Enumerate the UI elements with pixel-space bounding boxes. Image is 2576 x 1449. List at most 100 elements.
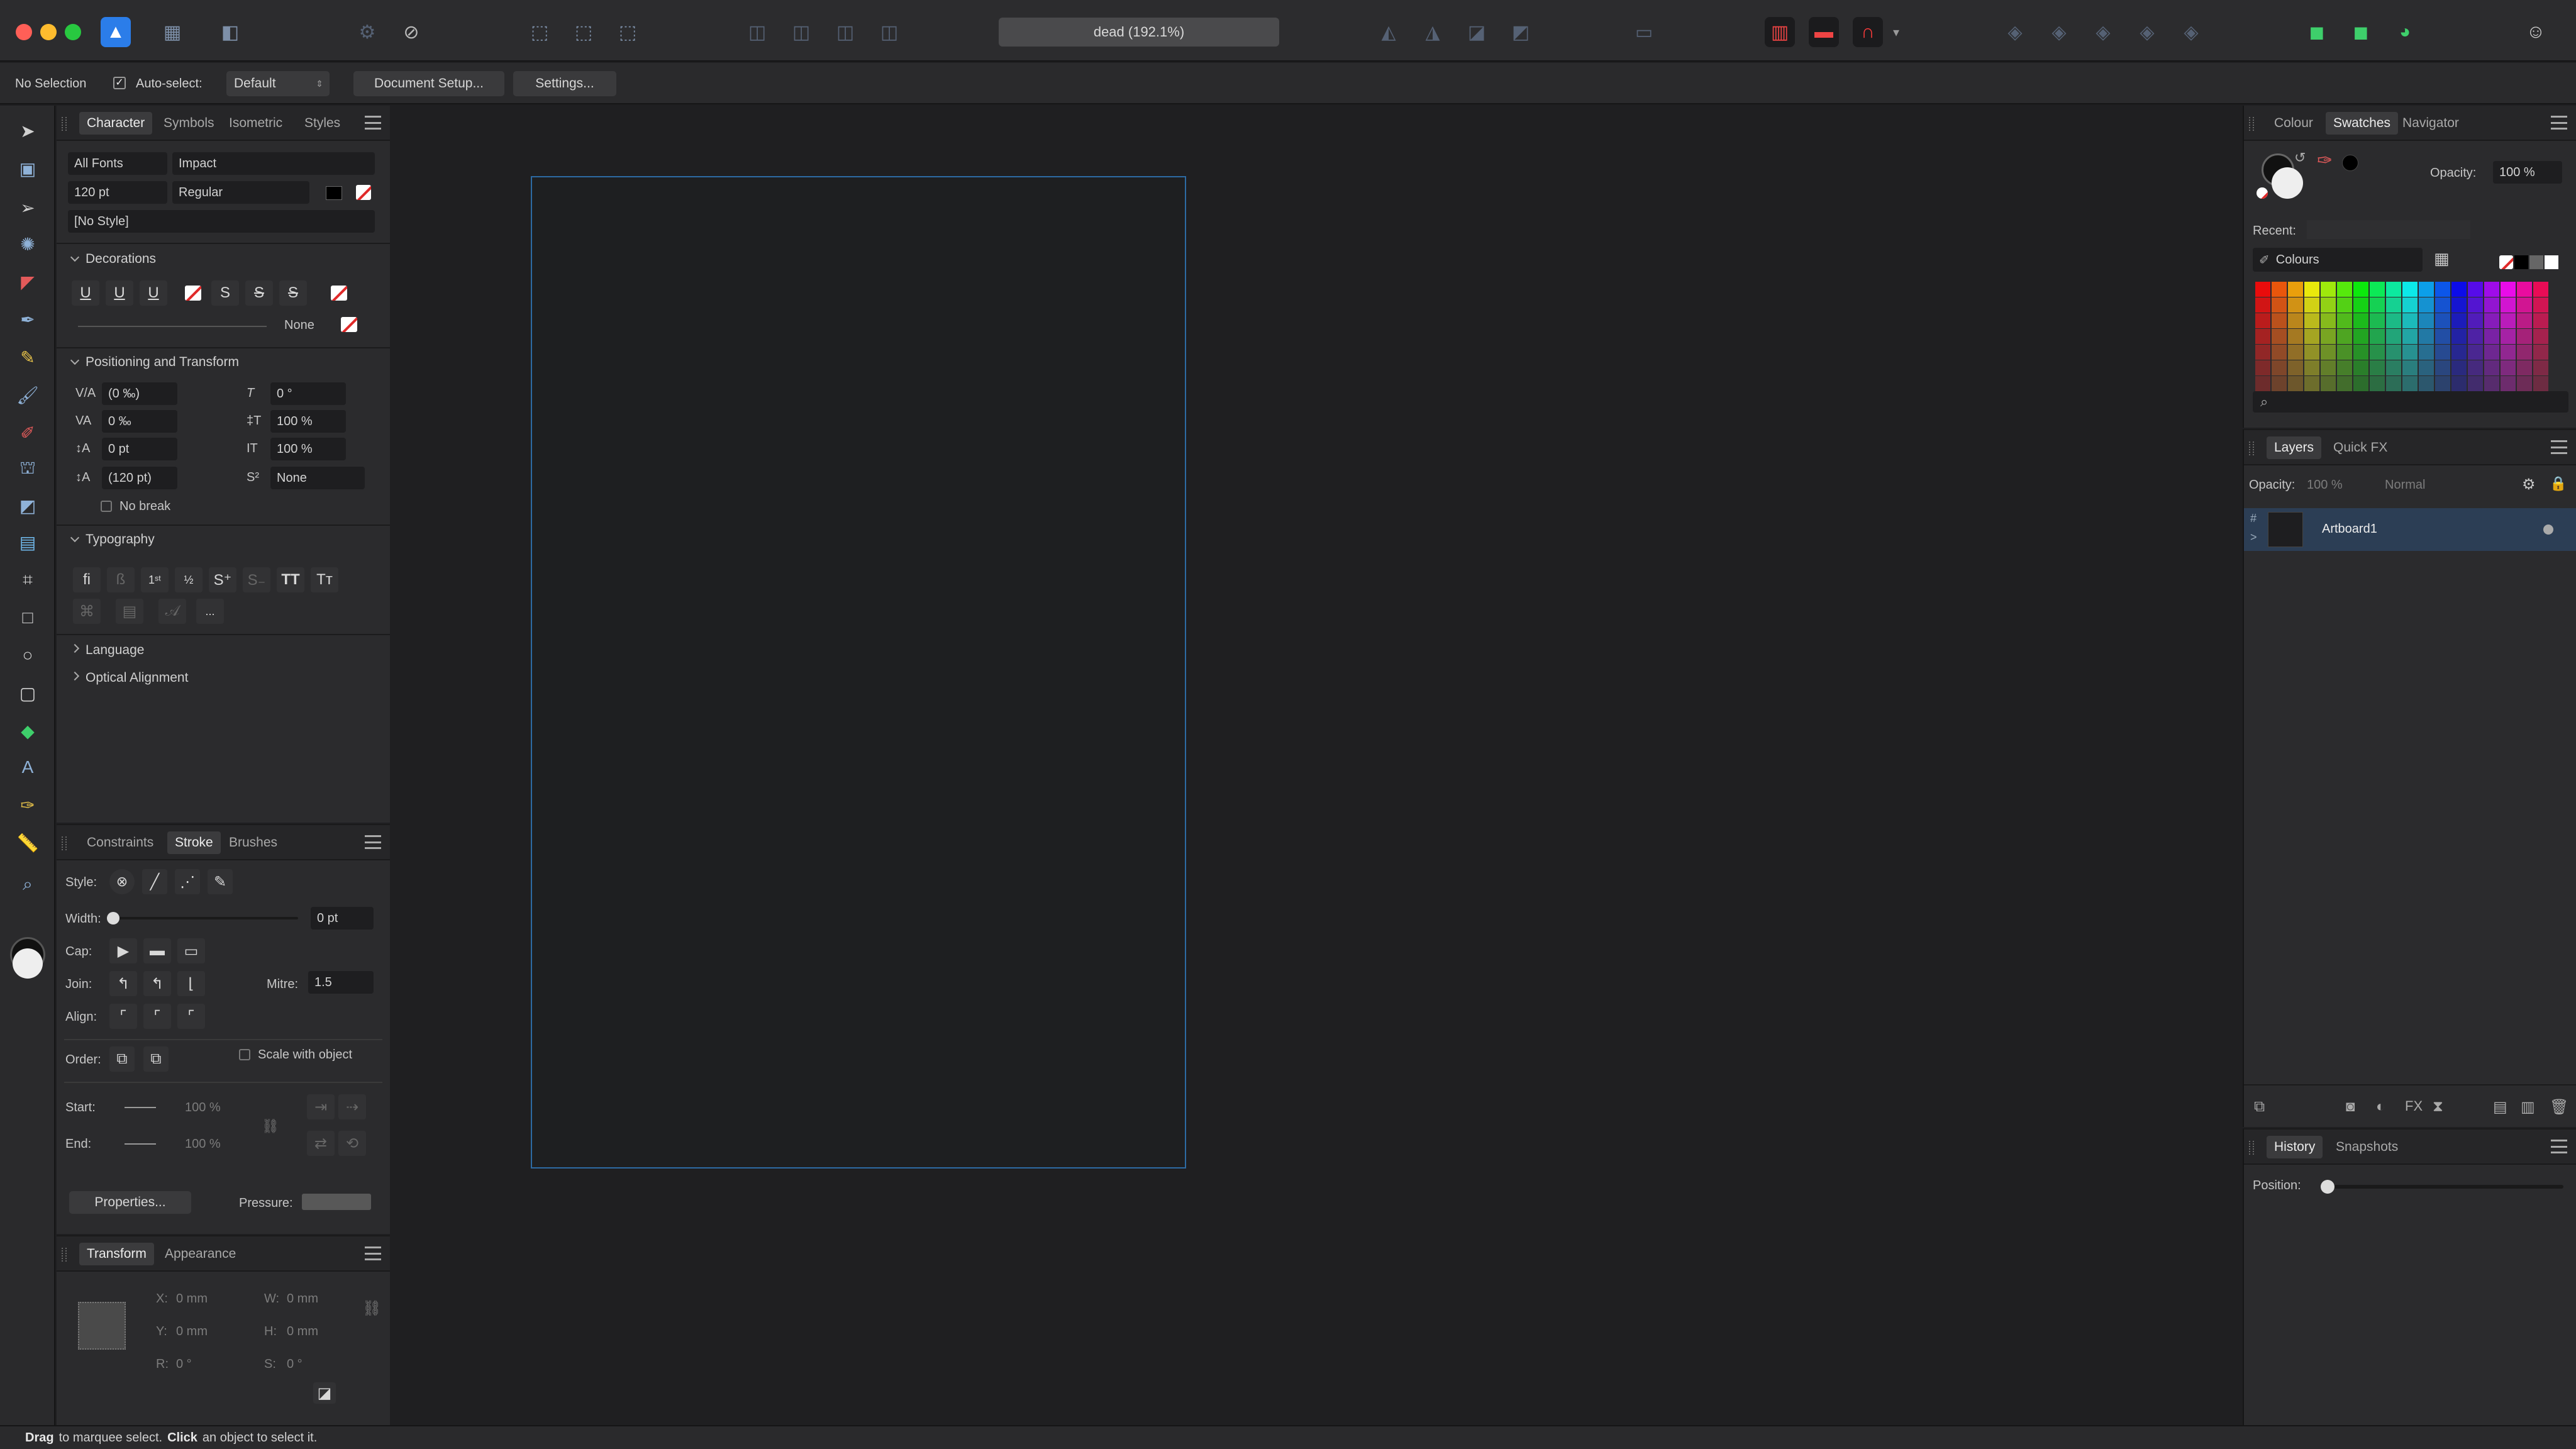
swatch-cell[interactable]: [2386, 360, 2401, 375]
document-title[interactable]: dead (192.1%): [999, 18, 1279, 47]
swatch-cell[interactable]: [2484, 345, 2499, 360]
swatch-cell[interactable]: [2321, 376, 2336, 391]
small-caps-button[interactable]: Tт: [311, 567, 338, 592]
swatch-cell[interactable]: [2451, 345, 2467, 360]
swatch-cell[interactable]: [2517, 360, 2532, 375]
layer-settings-gear-icon[interactable]: ⚙: [2522, 475, 2536, 494]
stroke-front-icon[interactable]: ⧉: [143, 1046, 169, 1072]
swatch-cell[interactable]: [2484, 297, 2499, 313]
live-filter-icon[interactable]: ⧗: [2433, 1098, 2443, 1116]
swatch-cell[interactable]: [2517, 329, 2532, 344]
swatch-cell[interactable]: [2435, 282, 2450, 297]
kerning-field[interactable]: (0 ‰): [102, 382, 177, 405]
text-stroke-swatch-none[interactable]: [356, 185, 371, 200]
boolean-add-icon[interactable]: ◈: [2000, 17, 2030, 47]
start-scale-field[interactable]: 100 %: [185, 1101, 221, 1115]
swatch-cell[interactable]: [2272, 360, 2287, 375]
swatch-cell[interactable]: [2501, 360, 2516, 375]
layer-fx-icon[interactable]: FX: [2405, 1098, 2423, 1114]
swatch-cell[interactable]: [2337, 329, 2352, 344]
history-slider-track[interactable]: [2324, 1185, 2563, 1189]
swatch-none[interactable]: [2499, 255, 2513, 269]
swatch-cell[interactable]: [2353, 329, 2368, 344]
h-field[interactable]: 0 mm: [287, 1324, 318, 1339]
stylistic-alternates-button[interactable]: ⌘: [73, 599, 101, 624]
swatch-cell[interactable]: [2484, 360, 2499, 375]
swatch-cell[interactable]: [2501, 297, 2516, 313]
layer-opacity-field[interactable]: 100 %: [2307, 478, 2343, 492]
align-center-icon[interactable]: ⌜: [143, 1004, 171, 1029]
more-typography-button[interactable]: ...: [196, 599, 224, 624]
swatch-cell[interactable]: [2288, 329, 2303, 344]
swatch-cell[interactable]: [2370, 329, 2385, 344]
tab-character[interactable]: Character: [79, 112, 153, 135]
swatch-cell[interactable]: [2435, 297, 2450, 313]
swatch-cell[interactable]: [2255, 313, 2270, 328]
swatch-cell[interactable]: [2484, 329, 2499, 344]
swatch-cell[interactable]: [2255, 345, 2270, 360]
swatch-cell[interactable]: [2451, 297, 2467, 313]
swatch-cell[interactable]: [2353, 345, 2368, 360]
fill-tool-icon[interactable]: ⛫: [14, 455, 42, 483]
swatch-cell[interactable]: [2337, 297, 2352, 313]
tab-snapshots[interactable]: Snapshots: [2328, 1136, 2406, 1158]
swatch-cell[interactable]: [2288, 313, 2303, 328]
swatch-cell[interactable]: [2370, 297, 2385, 313]
panel-menu-icon[interactable]: [365, 1246, 381, 1260]
y-field[interactable]: 0 mm: [176, 1324, 208, 1339]
discretionary-ligatures-button[interactable]: ß: [107, 567, 135, 592]
node-tool-icon[interactable]: ➢: [14, 194, 42, 221]
boolean-divide-icon[interactable]: ◈: [2176, 17, 2206, 47]
link-scale-icon[interactable]: ⛓: [262, 1118, 279, 1135]
rotate-left-icon[interactable]: ◪: [1462, 17, 1492, 47]
document-setup-button[interactable]: Document Setup...: [353, 71, 504, 96]
arrange-front-icon[interactable]: ◫: [830, 17, 860, 47]
swatch-cell[interactable]: [2517, 297, 2532, 313]
tab-quick-fx[interactable]: Quick FX: [2326, 436, 2395, 459]
swatch-cell[interactable]: [2370, 376, 2385, 391]
strikethrough-button[interactable]: S: [211, 280, 239, 306]
swatch-cell[interactable]: [2321, 297, 2336, 313]
align-selection-icon[interactable]: ⬚: [525, 17, 555, 47]
tab-colour[interactable]: Colour: [2267, 112, 2321, 135]
colour-studio-icon[interactable]: ◕: [2390, 17, 2420, 47]
layer-mask-icon[interactable]: ⧉: [2254, 1098, 2265, 1116]
swatch-cell[interactable]: [2272, 345, 2287, 360]
vertical-scale-field[interactable]: 100 %: [270, 410, 346, 433]
snap-magnet-icon[interactable]: ∩: [1853, 17, 1883, 47]
crop-tool-icon[interactable]: ⌗: [14, 566, 42, 594]
palette-select[interactable]: ✐ Colours: [2253, 248, 2423, 272]
snap-options-chevron-icon[interactable]: ▾: [1887, 17, 1906, 47]
fractions-button[interactable]: ½: [175, 567, 203, 592]
typography-section[interactable]: Typography: [72, 532, 155, 547]
palette-view-icon[interactable]: ▦: [2434, 249, 2450, 269]
swatch-cell[interactable]: [2484, 376, 2499, 391]
swatch-cell[interactable]: [2370, 360, 2385, 375]
expand-chevron-icon[interactable]: >: [2250, 531, 2257, 544]
miter-join-icon[interactable]: ↰: [109, 971, 137, 996]
adjustment-icon[interactable]: ◐: [2376, 1098, 2385, 1116]
swatch-cell[interactable]: [2435, 313, 2450, 328]
swatch-cell[interactable]: [2272, 329, 2287, 344]
artboard-tool-icon[interactable]: ▣: [14, 155, 42, 182]
pixel-persona-icon[interactable]: ▦: [157, 17, 187, 47]
swatch-white[interactable]: [2545, 255, 2558, 269]
swatch-cell[interactable]: [2451, 282, 2467, 297]
delete-layer-icon[interactable]: 🗑: [2550, 1098, 2568, 1116]
swatch-cell[interactable]: [2288, 297, 2303, 313]
swatch-cell[interactable]: [2321, 345, 2336, 360]
picker-icon[interactable]: ✑: [2317, 150, 2333, 172]
dashed-line-style-icon[interactable]: ⋰: [175, 869, 200, 894]
place-image-icon[interactable]: ▤: [14, 528, 42, 556]
swatch-cell[interactable]: [2419, 297, 2434, 313]
tab-isometric[interactable]: Isometric: [221, 112, 290, 135]
swatch-cell[interactable]: [2501, 313, 2516, 328]
snapping-icon[interactable]: ⊘: [396, 17, 426, 47]
panel-menu-icon[interactable]: [2551, 116, 2567, 130]
swatch-cell[interactable]: [2468, 297, 2483, 313]
boolean-intersect-icon[interactable]: ◈: [2088, 17, 2118, 47]
width-slider-track[interactable]: [109, 917, 298, 919]
zoom-tool-icon[interactable]: ⌕: [14, 870, 42, 898]
tab-history[interactable]: History: [2267, 1136, 2323, 1158]
move-back-icon[interactable]: ◫: [742, 17, 772, 47]
